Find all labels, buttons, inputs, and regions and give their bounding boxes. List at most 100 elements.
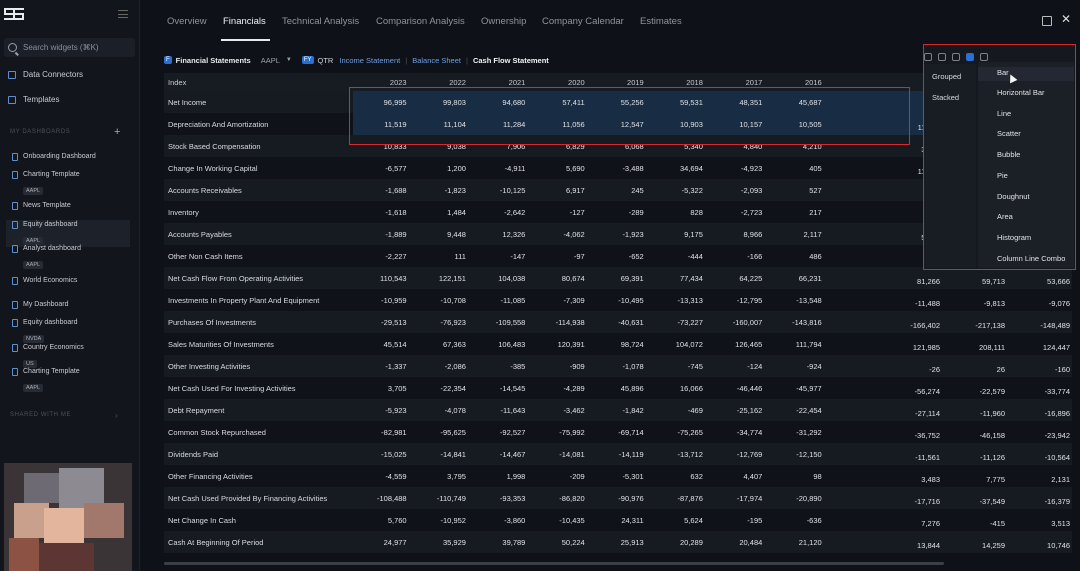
table-cell[interactable]: -5,301: [591, 465, 650, 487]
table-cell[interactable]: -444: [650, 245, 709, 267]
table-cell[interactable]: -109,558: [472, 311, 531, 333]
table-cell[interactable]: -29,513: [353, 311, 412, 333]
year-header[interactable]: 2018: [649, 73, 709, 91]
table-cell[interactable]: -10,495: [591, 289, 650, 311]
table-cell[interactable]: -34,774: [709, 421, 768, 443]
table-cell[interactable]: -93,353: [472, 487, 531, 509]
chart-type-option[interactable]: Line: [997, 109, 1011, 118]
table-cell[interactable]: -23,942: [1030, 431, 1070, 440]
dashboard-item[interactable]: Analyst dashboard AAPL: [6, 244, 130, 271]
edit-icon[interactable]: [1042, 16, 1052, 26]
table-cell[interactable]: 39,789: [472, 531, 531, 553]
table-cell[interactable]: 45,514: [353, 333, 412, 355]
table-cell[interactable]: 124,447: [1030, 343, 1070, 352]
table-cell[interactable]: 64,225: [709, 267, 768, 289]
table-cell[interactable]: -86,820: [531, 487, 590, 509]
table-view-icon[interactable]: [924, 53, 932, 61]
table-cell[interactable]: 21,120: [768, 531, 827, 553]
table-cell[interactable]: -82,981: [353, 421, 412, 443]
table-cell[interactable]: 10,746: [1030, 541, 1070, 550]
table-cell[interactable]: -75,992: [531, 421, 590, 443]
chart-type-option[interactable]: Pie: [997, 171, 1008, 180]
mode-stacked[interactable]: Stacked: [932, 93, 959, 102]
horizontal-scrollbar[interactable]: [164, 562, 944, 565]
table-cell[interactable]: -10,708: [413, 289, 472, 311]
table-cell[interactable]: 405: [768, 157, 827, 179]
table-cell[interactable]: -13,712: [650, 443, 709, 465]
table-cell[interactable]: 120,391: [531, 333, 590, 355]
table-cell[interactable]: -114,938: [531, 311, 590, 333]
chart-view-icon[interactable]: [938, 53, 946, 61]
table-cell[interactable]: 20,484: [709, 531, 768, 553]
year-header[interactable]: 2017: [708, 73, 769, 91]
table-cell[interactable]: 35,929: [413, 531, 472, 553]
table-cell[interactable]: -469: [650, 399, 709, 421]
table-cell[interactable]: -26: [900, 365, 940, 374]
dashboard-item[interactable]: News Template: [6, 201, 130, 210]
table-cell[interactable]: 6,917: [531, 179, 590, 201]
table-cell[interactable]: -16,379: [1030, 497, 1070, 506]
balance-sheet-link[interactable]: Balance Sheet: [412, 56, 461, 65]
tab-estimates[interactable]: Estimates: [640, 16, 682, 27]
table-cell[interactable]: 2,117: [768, 223, 827, 245]
table-cell[interactable]: 98,724: [591, 333, 650, 355]
table-cell[interactable]: 16,066: [650, 377, 709, 399]
table-cell[interactable]: 10,157: [708, 113, 769, 135]
table-cell[interactable]: 4,840: [709, 135, 768, 157]
table-cell[interactable]: -10,564: [1030, 453, 1070, 462]
table-cell[interactable]: -124: [709, 355, 768, 377]
search-widgets[interactable]: [4, 38, 135, 57]
table-cell[interactable]: -92,527: [472, 421, 531, 443]
table-cell[interactable]: -160,007: [709, 311, 768, 333]
table-cell[interactable]: -4,078: [413, 399, 472, 421]
chart-type-option[interactable]: Column Line Combo: [997, 254, 1065, 263]
table-cell[interactable]: -3,462: [531, 399, 590, 421]
table-cell[interactable]: 4,407: [709, 465, 768, 487]
table-cell[interactable]: 5,624: [650, 509, 709, 531]
table-cell[interactable]: 632: [650, 465, 709, 487]
table-cell[interactable]: -7,309: [531, 289, 590, 311]
table-cell[interactable]: 527: [768, 179, 827, 201]
table-cell[interactable]: 10,505: [768, 113, 828, 135]
table-cell[interactable]: 245: [591, 179, 650, 201]
table-cell[interactable]: 11,104: [412, 113, 472, 135]
table-cell[interactable]: -11,085: [472, 289, 531, 311]
table-cell[interactable]: -1,078: [591, 355, 650, 377]
table-cell[interactable]: -10,959: [353, 289, 412, 311]
table-cell[interactable]: 45,687: [768, 91, 828, 113]
table-cell[interactable]: 20,289: [650, 531, 709, 553]
table-cell[interactable]: 94,680: [471, 91, 532, 113]
table-cell[interactable]: 57,411: [531, 91, 591, 113]
table-cell[interactable]: -16,896: [1030, 409, 1070, 418]
table-cell[interactable]: 55,256: [590, 91, 650, 113]
table-cell[interactable]: 59,531: [649, 91, 709, 113]
table-cell[interactable]: 11,056: [531, 113, 591, 135]
table-cell[interactable]: -5,322: [650, 179, 709, 201]
table-cell[interactable]: -11,960: [965, 409, 1005, 418]
table-cell[interactable]: -37,549: [965, 497, 1005, 506]
table-cell[interactable]: 98: [768, 465, 827, 487]
dashboard-item[interactable]: Charting Template AAPL: [6, 170, 130, 197]
table-cell[interactable]: 5,340: [650, 135, 709, 157]
table-cell[interactable]: -17,974: [709, 487, 768, 509]
table-cell[interactable]: 11,284: [471, 113, 532, 135]
table-cell[interactable]: -2,642: [472, 201, 531, 223]
table-cell[interactable]: 9,175: [650, 223, 709, 245]
table-cell[interactable]: -17,716: [900, 497, 940, 506]
table-cell[interactable]: -4,911: [472, 157, 531, 179]
table-cell[interactable]: -3,488: [591, 157, 650, 179]
table-cell[interactable]: -36,752: [900, 431, 940, 440]
table-cell[interactable]: 4,210: [768, 135, 827, 157]
table-cell[interactable]: -127: [531, 201, 590, 223]
collapse-sidebar-icon[interactable]: [118, 10, 128, 18]
table-cell[interactable]: -10,952: [413, 509, 472, 531]
table-cell[interactable]: -12,769: [709, 443, 768, 465]
table-cell[interactable]: 122,151: [413, 267, 472, 289]
table-cell[interactable]: 69,391: [591, 267, 650, 289]
chart-type-option[interactable]: Scatter: [997, 129, 1021, 138]
table-cell[interactable]: -1,823: [413, 179, 472, 201]
table-cell[interactable]: 10,833: [353, 135, 412, 157]
ticker-select[interactable]: AAPL: [261, 56, 280, 65]
year-header[interactable]: 2016: [768, 73, 828, 91]
table-cell[interactable]: 48,351: [708, 91, 769, 113]
